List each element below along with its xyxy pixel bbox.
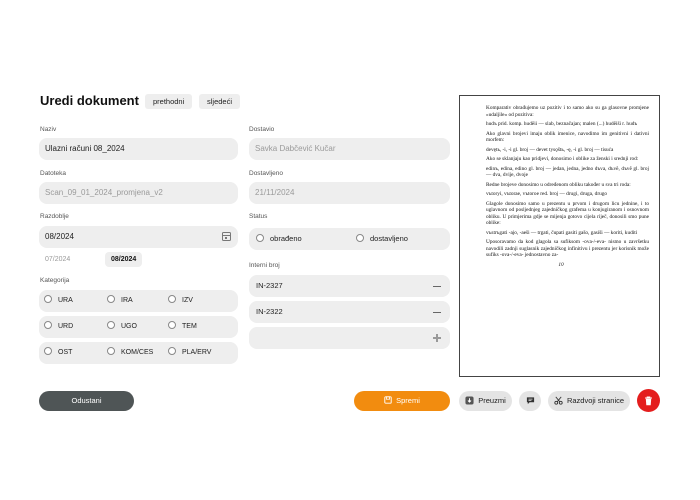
- internal-number-item: IN-2322: [249, 301, 450, 323]
- dostavio-field[interactable]: Savka Dabčević Kučar: [249, 138, 450, 160]
- preview-paragraph: devętь, -i, -i gl. broj — devet tysǫštь,…: [486, 146, 614, 153]
- month-option-selected[interactable]: 08/2024: [105, 252, 143, 267]
- split-pages-label: Razdvoji stranice: [566, 396, 625, 405]
- dostavljeno-label: Dostavljeno: [249, 170, 283, 177]
- download-label: Preuzmi: [478, 396, 506, 405]
- razdoblje-value: 08/2024: [45, 232, 74, 241]
- category-label: UGO: [121, 323, 137, 330]
- category-row: URD UGO TEM: [39, 316, 238, 338]
- previous-button[interactable]: prethodni: [145, 94, 193, 109]
- status-radio-group: obrađeno dostavljeno: [249, 228, 450, 250]
- dostavljeno-field[interactable]: 21/11/2024: [249, 182, 450, 204]
- comment-button[interactable]: [519, 391, 541, 411]
- radio-icon: [256, 234, 264, 243]
- status-option-label: dostavljeno: [370, 234, 408, 243]
- category-option-ura[interactable]: URA: [44, 295, 73, 306]
- radio-icon: [168, 295, 176, 304]
- kategorija-label: Kategorija: [40, 277, 70, 284]
- datoteka-field[interactable]: Scan_09_01_2024_promjena_v2: [39, 182, 238, 204]
- category-label: KOM/CES: [121, 349, 154, 356]
- preview-paragraph: Ako se sklanjaju kao pridjevi, donosimo …: [486, 156, 639, 162]
- internal-number-value: IN-2322: [256, 307, 283, 316]
- edit-document-screen: Uredi dokument prethodni sljedeći Naziv …: [0, 0, 700, 500]
- radio-icon: [356, 234, 364, 243]
- category-option-pla-erv[interactable]: PLA/ERV: [168, 347, 212, 358]
- interni-broj-label: Interni broj: [249, 262, 280, 269]
- radio-icon: [107, 321, 115, 330]
- razdoblje-field[interactable]: 08/2024: [39, 226, 238, 248]
- download-button[interactable]: Preuzmi: [459, 391, 512, 411]
- preview-paragraph: Ako glavni brojevi imaju oblik imenice, …: [486, 130, 649, 144]
- category-option-tem[interactable]: TEM: [168, 321, 197, 332]
- category-option-izv[interactable]: IZV: [168, 295, 193, 306]
- category-label: PLA/ERV: [182, 349, 212, 356]
- category-row: URA IRA IZV: [39, 290, 238, 312]
- category-option-ost[interactable]: OST: [44, 347, 73, 358]
- preview-page-number: 10: [558, 261, 564, 268]
- category-label: IRA: [121, 297, 133, 304]
- download-icon: [465, 395, 474, 405]
- category-label: URD: [58, 323, 74, 330]
- naziv-label: Naziv: [40, 126, 57, 133]
- preview-paragraph: hudъ prid. komp. hudĕii — slab, beznačaj…: [486, 121, 638, 127]
- category-option-ugo[interactable]: UGO: [107, 321, 137, 332]
- save-button[interactable]: Spremi: [354, 391, 450, 411]
- preview-paragraph: vъstrъgati -ajo, -aeši — trgati, čupati …: [486, 229, 638, 236]
- split-pages-button[interactable]: Razdvoji stranice: [548, 391, 630, 411]
- plus-icon[interactable]: [433, 334, 441, 342]
- preview-paragraph: vъtoryi, vъtorae, vъtoroe red. broj — dr…: [486, 191, 608, 197]
- category-option-kom-ces[interactable]: KOM/CES: [107, 347, 154, 358]
- category-row: OST KOM/CES PLA/ERV: [39, 342, 238, 364]
- dostavio-label: Dostavio: [249, 126, 275, 133]
- page-title: Uredi dokument: [40, 93, 139, 108]
- status-option-obradeno[interactable]: obrađeno: [256, 234, 302, 244]
- razdoblje-label: Razdoblje: [40, 213, 69, 220]
- internal-number-value: IN-2327: [256, 281, 283, 290]
- status-option-label: obrađeno: [270, 234, 302, 243]
- radio-icon: [44, 321, 52, 330]
- naziv-field[interactable]: Ulazni računi 08_2024: [39, 138, 238, 160]
- minus-icon[interactable]: [433, 311, 441, 313]
- document-preview: Komparativ obrađujemo uz pozitiv i to sa…: [459, 95, 660, 377]
- radio-icon: [168, 347, 176, 356]
- radio-icon: [168, 321, 176, 330]
- radio-icon: [44, 347, 52, 356]
- next-button[interactable]: sljedeći: [199, 94, 241, 109]
- calendar-icon[interactable]: [222, 232, 231, 241]
- radio-icon: [44, 295, 52, 304]
- radio-icon: [107, 347, 115, 356]
- preview-paragraph: Glagole donosimo samo u prezentu u prvom…: [486, 200, 649, 227]
- category-option-ira[interactable]: IRA: [107, 295, 133, 306]
- category-label: IZV: [182, 297, 193, 304]
- internal-number-item: IN-2327: [249, 275, 450, 297]
- category-label: TEM: [182, 323, 197, 330]
- minus-icon[interactable]: [433, 285, 441, 287]
- status-option-dostavljeno[interactable]: dostavljeno: [356, 234, 408, 244]
- comment-icon: [526, 396, 534, 404]
- preview-paragraph: Komparativ obrađujemo uz pozitiv i to sa…: [486, 105, 649, 118]
- datoteka-label: Datoteka: [40, 170, 67, 177]
- scissors-icon: [554, 396, 563, 405]
- category-option-urd[interactable]: URD: [44, 321, 74, 332]
- preview-paragraph: Redne brojeve donosimo u određenom oblik…: [486, 181, 631, 188]
- category-label: OST: [58, 349, 73, 356]
- status-label: Status: [249, 213, 268, 220]
- save-icon: [384, 396, 392, 404]
- preview-paragraph: Uposoravamo da kod glagola sa sufiksom -…: [486, 239, 649, 258]
- category-label: URA: [58, 297, 73, 304]
- radio-icon: [107, 295, 115, 304]
- save-label: Spremi: [396, 396, 420, 405]
- cancel-button[interactable]: Odustani: [39, 391, 134, 411]
- preview-paragraph: edinъ, edina, edino gl. broj — jedan, je…: [486, 165, 649, 179]
- internal-number-add-row[interactable]: [249, 327, 450, 349]
- month-option[interactable]: 07/2024: [39, 252, 76, 267]
- trash-icon: [645, 396, 652, 405]
- delete-button[interactable]: [637, 389, 660, 412]
